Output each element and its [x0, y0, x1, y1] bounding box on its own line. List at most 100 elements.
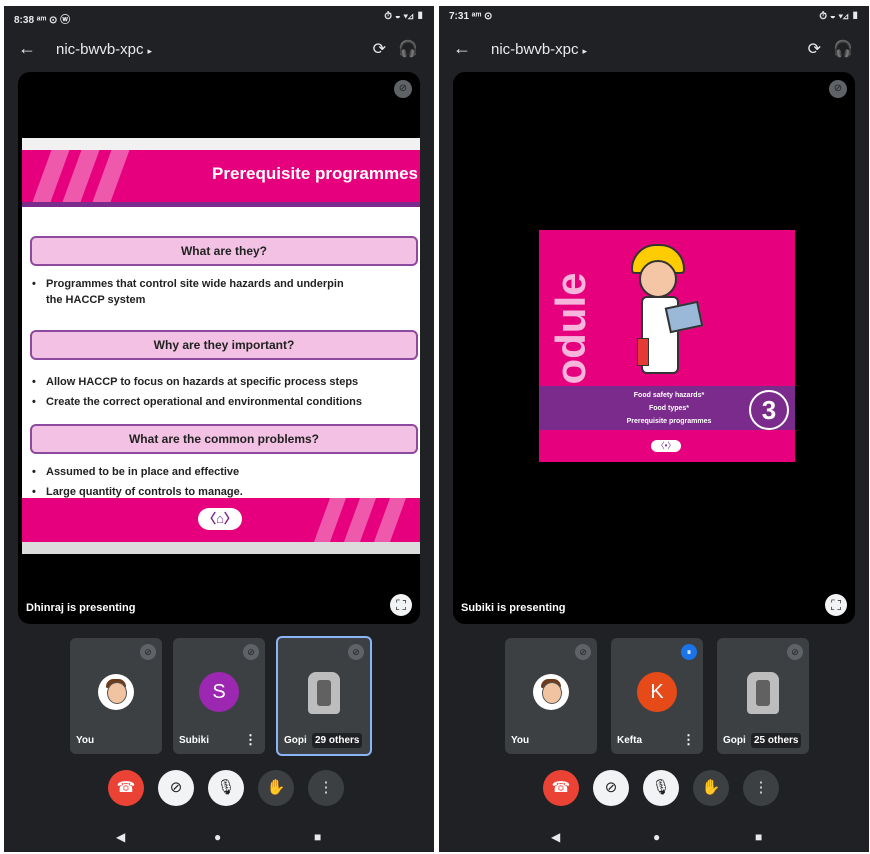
slide-bullet: • Large quantity of controls to manage. [32, 486, 243, 498]
camera-off-button[interactable]: ⊘ [593, 770, 629, 806]
system-nav-bar: ◀ ● ■ [4, 822, 434, 852]
caret-right-icon: ▸ [582, 46, 588, 56]
participant-tile-you[interactable]: ⊘ You [70, 638, 162, 754]
back-arrow-icon[interactable]: ← [18, 38, 36, 59]
audio-output-icon[interactable]: 🎧 [398, 39, 418, 59]
nav-recents-icon[interactable]: ■ [314, 830, 321, 844]
slide-home-nav-icon: 〈⌂〉 [198, 508, 242, 530]
pin-icon[interactable]: ⊘ [243, 644, 259, 660]
slide-question-box: What are they? [30, 236, 418, 266]
slide-bullet-continued: the HACCP system [46, 294, 146, 306]
avatar [533, 674, 569, 710]
back-arrow-icon[interactable]: ← [453, 38, 471, 59]
participant-name: Gopi [284, 735, 307, 746]
status-time: 7:31 ᵃᵐ ⊙ [449, 11, 493, 22]
end-call-button[interactable]: ☎ [108, 770, 144, 806]
status-bar: 8:38 ᵃᵐ ⊙ ⓦ ⏱ ◒ ▾⊿ ▮ [4, 6, 434, 28]
avatar [308, 672, 340, 714]
pin-icon[interactable]: ⊘ [575, 644, 591, 660]
participant-name: Gopi [723, 735, 746, 746]
participant-name: Subiki [179, 735, 210, 746]
nav-back-icon[interactable]: ◀ [551, 830, 560, 844]
shared-slide: Module Food safety hazards* Food types* … [539, 230, 795, 462]
nav-home-icon[interactable]: ● [214, 830, 221, 844]
fullscreen-icon[interactable]: ⛶ [390, 594, 412, 616]
status-time: 8:38 ᵃᵐ ⊙ ⓦ [14, 15, 71, 26]
others-count: 29 others [312, 733, 363, 748]
end-call-button[interactable]: ☎ [543, 770, 579, 806]
slide-footer: 〈⌂〉 [22, 498, 420, 542]
speaking-indicator-icon: ⏸ [681, 644, 697, 660]
raise-hand-button[interactable]: ✋ [258, 770, 294, 806]
switch-camera-icon[interactable]: ⟳ [373, 39, 386, 59]
presentation-stage: ⊘ Module Food safety hazards* Food types… [453, 72, 855, 624]
nav-home-icon[interactable]: ● [653, 830, 660, 844]
more-options-button[interactable]: ⋮ [308, 770, 344, 806]
slide-band [22, 202, 420, 207]
slide-bullet: • Assumed to be in place and effective [32, 466, 240, 478]
presentation-stage: ⊘ Prerequisite programmes What are they?… [18, 72, 420, 624]
call-controls: ☎ ⊘ 🎙 ✋ ⋮ [4, 770, 434, 810]
meeting-code-button[interactable]: nic-bwvb-xpc ▸ [56, 41, 152, 58]
system-nav-bar: ◀ ● ■ [439, 822, 869, 852]
phone-screen-right: 7:31 ᵃᵐ ⊙ ⏱ ◒ ▾⊿ ▮ ← nic-bwvb-xpc ▸ ⟳ 🎧 ⊘… [439, 6, 869, 852]
raise-hand-button[interactable]: ✋ [693, 770, 729, 806]
module-number-badge: 3 [749, 390, 789, 430]
status-icons: ⏱ ◒ ▾⊿ ▮ [819, 11, 859, 22]
slide-bullet: • Programmes that control site wide hazar… [32, 278, 344, 290]
slide-question-box: Why are they important? [30, 330, 418, 360]
participant-tile-kefta[interactable]: ⏸ K Kefta ⋮ [611, 638, 703, 754]
top-bar: ← nic-bwvb-xpc ▸ ⟳ 🎧 [439, 30, 869, 70]
mic-off-button[interactable]: 🎙 [208, 770, 244, 806]
meeting-code: nic-bwvb-xpc [56, 41, 144, 58]
slide-topic: Food safety hazards* [633, 392, 705, 399]
camera-off-button[interactable]: ⊘ [158, 770, 194, 806]
slide-browser-bar [22, 138, 420, 150]
switch-camera-icon[interactable]: ⟳ [808, 39, 821, 59]
glove-illustration [637, 338, 649, 366]
caret-right-icon: ▸ [147, 46, 153, 56]
more-options-button[interactable]: ⋮ [743, 770, 779, 806]
tablet-illustration [664, 300, 704, 334]
slide-bullet: • Allow HACCP to focus on hazards at spec… [32, 376, 359, 388]
slide-bullet: • Create the correct operational and envi… [32, 396, 363, 408]
slide-nav-icon: 〈•〉 [651, 440, 681, 452]
participant-name: You [511, 735, 530, 746]
more-options-icon[interactable]: ⋮ [682, 732, 695, 748]
slide-question-box: What are the common problems? [30, 424, 418, 454]
mic-off-button[interactable]: 🎙 [643, 770, 679, 806]
status-bar: 7:31 ᵃᵐ ⊙ ⏱ ◒ ▾⊿ ▮ [439, 6, 869, 28]
pin-icon[interactable]: ⊘ [787, 644, 803, 660]
slide-header: Prerequisite programmes [22, 150, 420, 202]
audio-output-icon[interactable]: 🎧 [833, 39, 853, 59]
top-bar: ← nic-bwvb-xpc ▸ ⟳ 🎧 [4, 30, 434, 70]
character-head-illustration [639, 260, 677, 298]
avatar: K [637, 672, 677, 712]
participant-tile-you[interactable]: ⊘ You [505, 638, 597, 754]
participant-tile-others[interactable]: ⊘ Gopi 25 others [717, 638, 809, 754]
fullscreen-icon[interactable]: ⛶ [825, 594, 847, 616]
call-controls: ☎ ⊘ 🎙 ✋ ⋮ [439, 770, 869, 810]
presenting-label: Subiki is presenting [461, 602, 566, 614]
meeting-code: nic-bwvb-xpc [491, 41, 579, 58]
shared-slide: Prerequisite programmes What are they? •… [22, 138, 420, 554]
nav-back-icon[interactable]: ◀ [116, 830, 125, 844]
participant-tile-subiki[interactable]: ⊘ S Subiki ⋮ [173, 638, 265, 754]
meeting-code-button[interactable]: nic-bwvb-xpc ▸ [491, 41, 587, 58]
slide-topic: Prerequisite programmes [626, 418, 712, 425]
pin-icon[interactable]: ⊘ [829, 80, 847, 98]
status-icons: ⏱ ◒ ▾⊿ ▮ [384, 11, 424, 22]
phone-screen-left: 8:38 ᵃᵐ ⊙ ⓦ ⏱ ◒ ▾⊿ ▮ ← nic-bwvb-xpc ▸ ⟳ 🎧… [4, 6, 434, 852]
nav-recents-icon[interactable]: ■ [755, 830, 762, 844]
slide-topic: Food types* [648, 405, 690, 412]
avatar [98, 674, 134, 710]
more-options-icon[interactable]: ⋮ [244, 732, 257, 748]
participant-name: You [76, 735, 95, 746]
pin-icon[interactable]: ⊘ [394, 80, 412, 98]
pin-icon[interactable]: ⊘ [140, 644, 156, 660]
participant-tile-others[interactable]: ⊘ Gopi 29 others [276, 636, 372, 756]
participant-name: Kefta [617, 735, 643, 746]
pin-icon[interactable]: ⊘ [348, 644, 364, 660]
slide-title: Prerequisite programmes [212, 164, 418, 183]
others-count: 25 others [751, 733, 802, 748]
